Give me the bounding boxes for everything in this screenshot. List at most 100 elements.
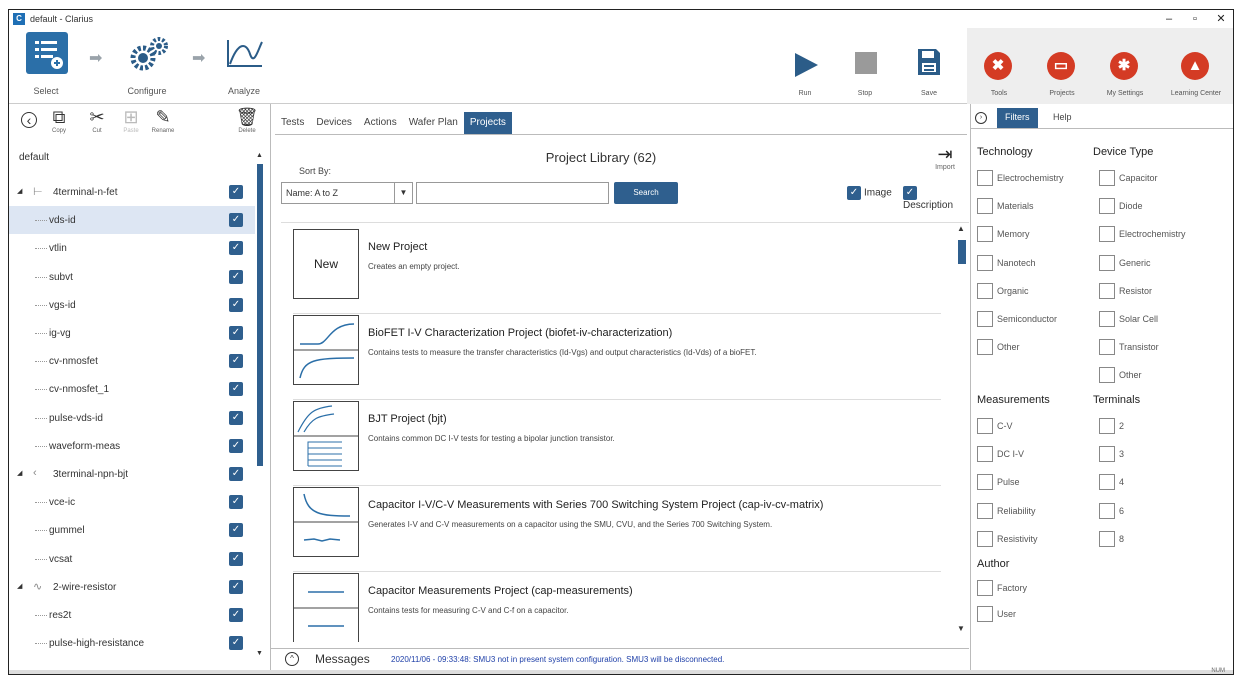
project-list-scroll-thumb[interactable] bbox=[958, 240, 966, 264]
tree-checkbox[interactable]: ✓ bbox=[229, 636, 243, 651]
tree-test-row[interactable]: res2t ✓ bbox=[9, 601, 255, 629]
tree-test-row[interactable]: vcsat ✓ bbox=[9, 545, 255, 573]
tree-checkbox[interactable]: ✓ bbox=[229, 382, 243, 397]
checkbox-box[interactable] bbox=[1099, 474, 1115, 491]
project-item[interactable]: New New Project Creates an empty project… bbox=[293, 229, 957, 317]
tree-checkbox[interactable]: ✓ bbox=[229, 438, 243, 453]
tab-tests[interactable]: Tests bbox=[275, 112, 310, 134]
checkbox-box[interactable] bbox=[977, 446, 993, 463]
tree-checkbox[interactable]: ✓ bbox=[229, 410, 243, 425]
tree-scroll-thumb[interactable] bbox=[257, 164, 263, 466]
tab-projects[interactable]: Projects bbox=[463, 112, 512, 134]
tab-filters[interactable]: Filters bbox=[997, 108, 1038, 128]
tree-checkbox[interactable]: ✓ bbox=[229, 495, 243, 510]
checkbox-box[interactable] bbox=[977, 198, 993, 215]
tree-test-row[interactable]: ig-vg ✓ bbox=[9, 319, 255, 347]
tree-checkbox[interactable]: ✓ bbox=[229, 241, 243, 256]
search-button[interactable]: Search bbox=[614, 182, 678, 204]
close-button[interactable]: ✕ bbox=[1209, 10, 1233, 28]
run-button[interactable]: Run bbox=[775, 28, 835, 104]
maximize-button[interactable]: ▫ bbox=[1183, 10, 1207, 28]
scroll-up-icon[interactable]: ▲ bbox=[957, 224, 965, 233]
configure-step-button[interactable]: Configure bbox=[112, 28, 182, 104]
scroll-up-icon[interactable]: ▲ bbox=[256, 152, 263, 159]
checkbox-box[interactable] bbox=[1099, 502, 1115, 519]
checkbox-box[interactable] bbox=[977, 530, 993, 547]
copy-button[interactable]: ⧉ Copy bbox=[45, 106, 73, 134]
tree-test-row[interactable]: pulse-vds-id ✓ bbox=[9, 404, 255, 432]
project-item[interactable]: Capacitor I-V/C-V Measurements with Seri… bbox=[293, 487, 957, 575]
checkbox-box[interactable] bbox=[1099, 367, 1115, 384]
tree-test-row[interactable]: subvt ✓ bbox=[9, 263, 255, 291]
checkbox-box[interactable] bbox=[1099, 446, 1115, 463]
analyze-step-button[interactable]: Analyze bbox=[209, 28, 279, 104]
checkbox-box[interactable] bbox=[1099, 339, 1115, 356]
checkbox-box[interactable] bbox=[977, 418, 993, 434]
checkbox-box[interactable] bbox=[1099, 530, 1115, 547]
checkbox-box[interactable] bbox=[977, 254, 993, 271]
tree-test-row[interactable]: pulse-high-resistance ✓ bbox=[9, 629, 255, 657]
scroll-down-icon[interactable]: ▼ bbox=[256, 650, 263, 657]
search-input[interactable] bbox=[416, 182, 609, 204]
checkbox-box[interactable] bbox=[1099, 198, 1115, 215]
checkbox-box[interactable] bbox=[977, 226, 993, 243]
checkbox-box[interactable] bbox=[1099, 254, 1115, 271]
tree-checkbox[interactable]: ✓ bbox=[229, 467, 243, 481]
rename-button[interactable]: ✎ Rename bbox=[149, 106, 177, 134]
checkbox-box[interactable] bbox=[977, 606, 993, 622]
tab-wafer-plan[interactable]: Wafer Plan bbox=[403, 112, 464, 134]
description-checkbox[interactable]: ✓Description bbox=[903, 186, 969, 211]
delete-button[interactable]: 🗑 Delete bbox=[233, 106, 261, 134]
project-item[interactable]: BJT Project (bjt) Contains common DC I-V… bbox=[293, 401, 957, 489]
tree-checkbox[interactable]: ✓ bbox=[229, 213, 243, 228]
chevron-up-icon[interactable]: ^ bbox=[285, 652, 299, 666]
tab-devices[interactable]: Devices bbox=[310, 112, 358, 134]
project-item[interactable]: BioFET I-V Characterization Project (bio… bbox=[293, 315, 957, 403]
minimize-button[interactable]: – bbox=[1157, 10, 1181, 28]
checkbox-box[interactable] bbox=[977, 339, 993, 356]
checkbox-box[interactable] bbox=[977, 502, 993, 519]
expand-triangle-icon[interactable]: ◢ bbox=[17, 582, 22, 590]
checkbox-box[interactable] bbox=[1099, 311, 1115, 327]
paste-button[interactable]: ⊞ Paste bbox=[117, 106, 145, 134]
learning-center-button[interactable]: ▲ Learning Center bbox=[1163, 28, 1229, 104]
checkbox-box[interactable] bbox=[1099, 170, 1115, 186]
tree-checkbox[interactable]: ✓ bbox=[229, 297, 243, 312]
tree-test-row[interactable]: waveform-meas ✓ bbox=[9, 432, 255, 460]
checkbox-box[interactable] bbox=[1099, 418, 1115, 434]
tree-device-row[interactable]: ◢ ‹ 3terminal-npn-bjt ✓ bbox=[9, 460, 255, 488]
tree-checkbox[interactable]: ✓ bbox=[229, 354, 243, 369]
cut-button[interactable]: ✂ Cut bbox=[83, 106, 111, 134]
tree-device-row[interactable]: ◢ ⊢ 4terminal-n-fet ✓ bbox=[9, 178, 255, 206]
tree-test-row[interactable]: vds-id ✓ bbox=[9, 206, 255, 235]
project-list-scrollbar[interactable]: ▲ ▼ bbox=[957, 224, 967, 644]
tree-checkbox[interactable]: ✓ bbox=[229, 326, 243, 340]
image-checkbox[interactable]: ✓ Image bbox=[847, 186, 892, 200]
tree-test-row[interactable]: vgs-id ✓ bbox=[9, 291, 255, 319]
tab-actions[interactable]: Actions bbox=[358, 112, 403, 134]
project-item[interactable]: Capacitor Measurements Project (cap-meas… bbox=[293, 573, 957, 642]
checkbox-box[interactable] bbox=[977, 282, 993, 299]
checkbox-box[interactable] bbox=[1099, 226, 1115, 243]
tools-button[interactable]: ✖ Tools bbox=[969, 28, 1029, 104]
tree-scrollbar[interactable]: ▲ ▼ bbox=[256, 152, 264, 662]
checkbox-box[interactable] bbox=[977, 580, 993, 596]
tree-checkbox[interactable]: ✓ bbox=[229, 185, 243, 199]
tree-checkbox[interactable]: ✓ bbox=[229, 523, 243, 538]
checkbox-box[interactable] bbox=[977, 170, 993, 186]
select-step-button[interactable]: Select bbox=[11, 28, 81, 104]
tree-checkbox[interactable]: ✓ bbox=[229, 608, 243, 622]
collapse-panel-button[interactable]: ‹ bbox=[15, 112, 43, 128]
tree-test-row[interactable]: vce-ic ✓ bbox=[9, 488, 255, 516]
tab-help[interactable]: Help bbox=[1045, 108, 1080, 128]
tree-test-row[interactable]: vtlin ✓ bbox=[9, 234, 255, 262]
projects-button[interactable]: ▭ Projects bbox=[1032, 28, 1092, 104]
tree-test-row[interactable]: cv-nmosfet ✓ bbox=[9, 347, 255, 375]
tree-test-row[interactable]: cv-nmosfet_1 ✓ bbox=[9, 375, 255, 403]
checkbox-box[interactable] bbox=[1099, 282, 1115, 299]
my-settings-button[interactable]: ✱ My Settings bbox=[1095, 28, 1155, 104]
checkbox-box[interactable] bbox=[977, 311, 993, 327]
chevron-right-icon[interactable]: › bbox=[975, 112, 987, 124]
tree-device-row[interactable]: ◢ ∿ 2-wire-resistor ✓ bbox=[9, 573, 255, 601]
chevron-down-icon[interactable]: ▼ bbox=[394, 183, 412, 203]
